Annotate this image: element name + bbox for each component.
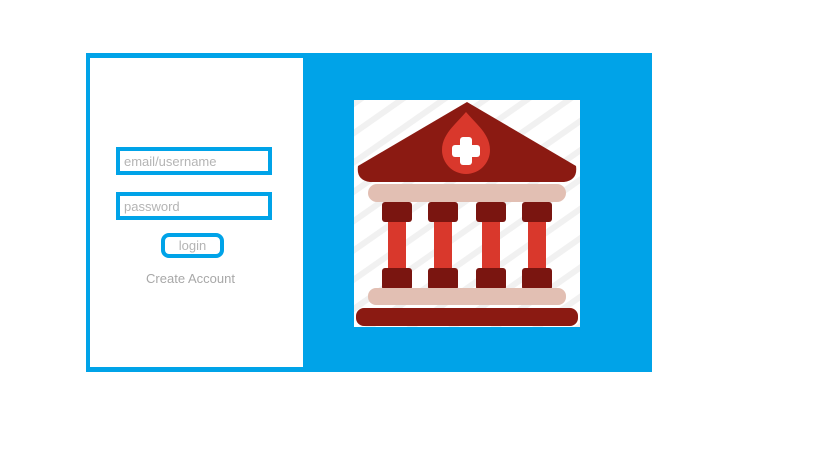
blood-bank-logo bbox=[354, 100, 580, 327]
cross-horizontal bbox=[452, 145, 480, 157]
base-platform bbox=[356, 308, 578, 326]
bank-with-medical-cross-icon bbox=[354, 100, 580, 327]
login-button[interactable]: login bbox=[161, 233, 224, 258]
email-username-input[interactable] bbox=[116, 147, 272, 175]
login-panel: login Create Account bbox=[90, 58, 303, 367]
create-account-link[interactable]: Create Account bbox=[90, 271, 291, 286]
upper-beam bbox=[368, 184, 566, 202]
login-frame: login Create Account bbox=[86, 53, 652, 372]
password-input[interactable] bbox=[116, 192, 272, 220]
lower-beam bbox=[368, 288, 566, 305]
